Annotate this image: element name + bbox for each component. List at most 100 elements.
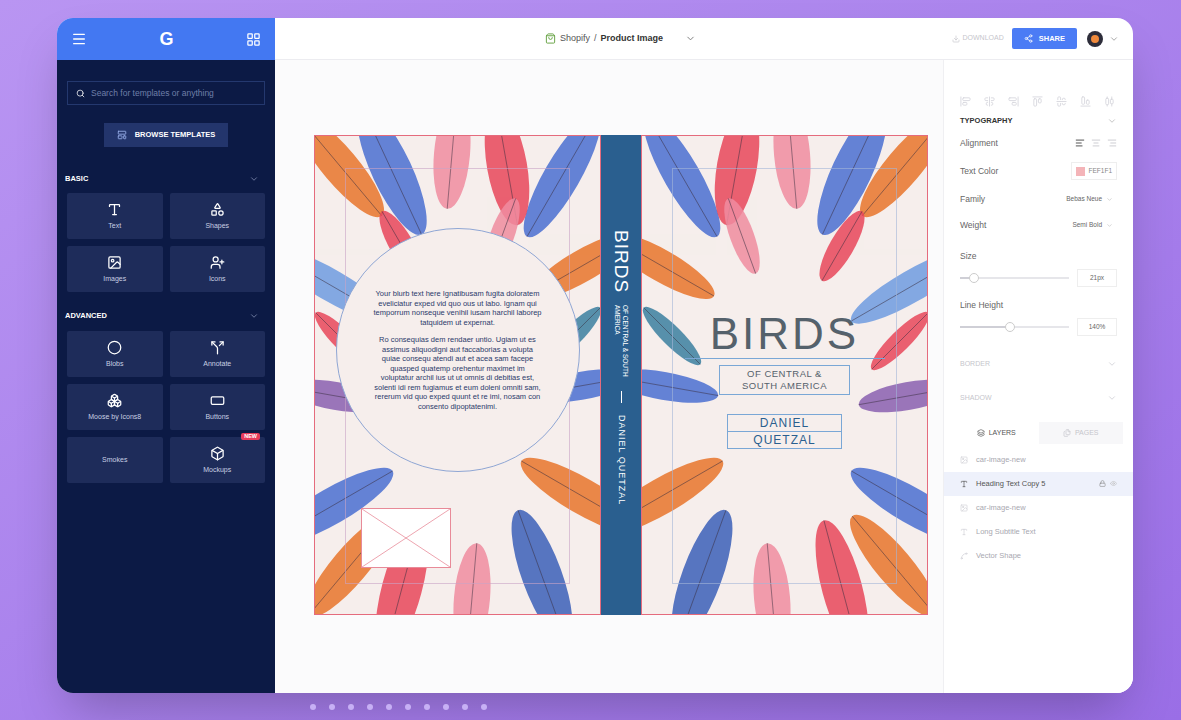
select-field[interactable]: Semi Bold (1068, 218, 1117, 232)
top-bar: G Shopify/Product Image DOWNLOAD SHARE (57, 18, 1133, 60)
tile-icon (210, 202, 225, 217)
lock-icon[interactable] (1099, 480, 1106, 487)
pager-dot[interactable] (405, 704, 411, 710)
breadcrumb-app[interactable]: Shopify (560, 32, 590, 46)
align-tool-icon[interactable] (960, 96, 971, 107)
layer-row[interactable]: Heading Text Copy 5 (944, 472, 1133, 496)
pager-dot[interactable] (462, 704, 468, 710)
front-cover[interactable]: BIRDS OF CENTRAL &SOUTH AMERICA DANIELQUET… (641, 135, 928, 615)
select-row: WeightSemi Bold (960, 212, 1117, 238)
slider-row: Line Height140% (960, 291, 1117, 336)
front-subtitle[interactable]: OF CENTRAL &SOUTH AMERICA (719, 365, 850, 395)
element-tile[interactable]: Icons (170, 246, 266, 292)
slider-track[interactable] (960, 326, 1069, 328)
layer-row[interactable]: car-image-new (944, 496, 1133, 520)
element-tile[interactable]: Blobs (67, 331, 163, 377)
share-icon (1024, 34, 1033, 43)
align-tool-icon[interactable] (1056, 96, 1067, 107)
align-tool-icon[interactable] (1080, 96, 1091, 107)
blurb-paragraph[interactable]: Ro consequias dem rendaer untio. Ugiam u… (374, 335, 542, 411)
element-tile[interactable]: Images (67, 246, 163, 292)
pager-dot[interactable] (443, 704, 449, 710)
pager-dot[interactable] (386, 704, 392, 710)
collapsed-section[interactable]: BORDER (960, 352, 1117, 376)
slider-thumb[interactable] (969, 273, 979, 283)
pager-dot[interactable] (367, 704, 373, 710)
tile-icon (107, 202, 122, 217)
search-field[interactable]: Search for templates or anything (67, 81, 265, 105)
element-tile[interactable]: Text (67, 193, 163, 239)
tile-icon (210, 255, 225, 270)
spine-title[interactable]: BIRDS (612, 230, 631, 293)
back-cover[interactable]: Your blurb text here Ignatibusam fugita … (314, 135, 601, 615)
slider-value[interactable]: 21px (1077, 269, 1117, 287)
share-button[interactable]: SHARE (1012, 28, 1077, 49)
blurb-paragraph[interactable]: Your blurb text here Ignatibusam fugita … (374, 289, 542, 327)
user-avatar[interactable] (1087, 31, 1103, 47)
pages-icon (1063, 429, 1071, 437)
app-logo[interactable]: G (159, 30, 173, 48)
spine-author[interactable]: DANIEL QUETZAL (617, 415, 626, 505)
align-option-icon[interactable] (1075, 138, 1085, 148)
properties-panel: TYPOGRAPHYAlignmentText ColorFEF1F1Famil… (943, 60, 1133, 693)
align-option-icon[interactable] (1107, 138, 1117, 148)
slider-thumb[interactable] (1005, 322, 1015, 332)
blurb-circle[interactable]: Your blurb text here Ignatibusam fugita … (336, 228, 580, 472)
chevron-down-icon[interactable] (685, 33, 696, 44)
avatar-mark-icon (1091, 35, 1099, 43)
chevron-icon (1106, 196, 1113, 203)
chevron-icon (1107, 116, 1117, 126)
align-tool-icon[interactable] (1104, 96, 1115, 107)
spine-subtitle[interactable]: OF CENTRAL & SOUTH AMERICA (613, 305, 629, 379)
element-tile[interactable]: MockupsNEW (170, 437, 266, 483)
spine[interactable]: BIRDS OF CENTRAL & SOUTH AMERICA DANIEL QU… (601, 135, 641, 615)
align-tool-icon[interactable] (984, 96, 995, 107)
browse-templates-button[interactable]: BROWSE TEMPLATES (104, 123, 228, 147)
pager-dot[interactable] (481, 704, 487, 710)
breadcrumb[interactable]: Shopify/Product Image (545, 32, 696, 46)
sidebar-header: G (57, 18, 275, 60)
pager-dot[interactable] (310, 704, 316, 710)
pager-dot[interactable] (424, 704, 430, 710)
eye-icon[interactable] (1110, 480, 1117, 487)
page: G Shopify/Product Image DOWNLOAD SHARE Searc… (0, 0, 1181, 720)
layer-row[interactable]: Vector Shape (944, 544, 1133, 568)
pager-dots (310, 704, 1181, 710)
element-tile[interactable]: Moose by Icons8 (67, 384, 163, 430)
slider-track[interactable] (960, 277, 1069, 279)
align-tool-icon[interactable] (1032, 96, 1043, 107)
breadcrumb-page[interactable]: Product Image (601, 32, 664, 46)
color-swatch (1076, 167, 1085, 176)
layer-row[interactable]: car-image-new (944, 448, 1133, 472)
menu-icon[interactable] (71, 31, 87, 47)
element-tile[interactable]: Buttons (170, 384, 266, 430)
account-chevron-icon[interactable] (1109, 34, 1119, 44)
slider-value[interactable]: 140% (1077, 318, 1117, 336)
layer-type-icon (960, 456, 968, 464)
section-header[interactable]: BASIC (65, 173, 265, 184)
pager-dot[interactable] (348, 704, 354, 710)
element-tile[interactable]: Shapes (170, 193, 266, 239)
collapsed-section[interactable]: SHADOW (960, 386, 1117, 410)
new-badge: NEW (241, 433, 260, 441)
typography-header[interactable]: TYPOGRAPHY (960, 115, 1117, 126)
front-title[interactable]: BIRDS (685, 310, 885, 359)
layers-icon (977, 429, 985, 437)
barcode-placeholder[interactable] (361, 508, 451, 568)
download-button[interactable]: DOWNLOAD (952, 33, 1004, 44)
section-header[interactable]: ADVANCED (65, 310, 265, 321)
align-option-icon[interactable] (1091, 138, 1101, 148)
chevron-icon (1107, 393, 1117, 403)
color-field[interactable]: FEF1F1 (1071, 162, 1117, 180)
element-tile[interactable]: Annotate (170, 331, 266, 377)
panel-tab[interactable]: LAYERS (954, 422, 1039, 444)
front-author[interactable]: DANIELQUETZAL (727, 415, 842, 449)
layer-row[interactable]: Long Subtitle Text (944, 520, 1133, 544)
element-tile[interactable]: Smokes (67, 437, 163, 483)
pager-dot[interactable] (329, 704, 335, 710)
chevron-icon (1106, 222, 1113, 229)
align-tool-icon[interactable] (1008, 96, 1019, 107)
apps-grid-icon[interactable] (246, 32, 261, 47)
select-field[interactable]: Bebas Neue (1062, 192, 1117, 206)
panel-tab[interactable]: PAGES (1039, 422, 1124, 444)
